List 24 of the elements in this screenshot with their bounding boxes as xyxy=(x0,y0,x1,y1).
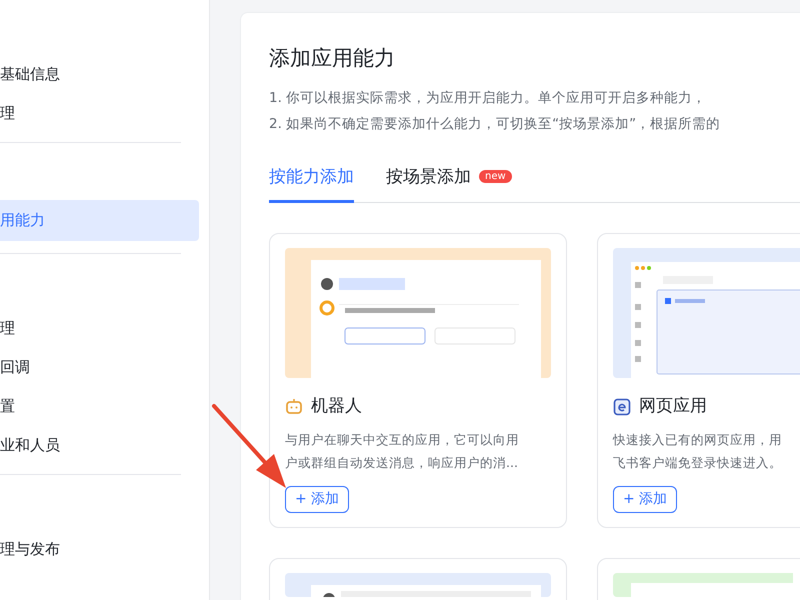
card-description: 与用户在聊天中交互的应用，它可以向用 xyxy=(285,430,520,448)
add-button[interactable]: + 添加 xyxy=(285,486,350,512)
new-badge: new xyxy=(479,170,512,182)
sidebar-item[interactable]: 理与发布 xyxy=(0,532,199,566)
card-description: 飞书客户端免登录快速进入。 xyxy=(613,454,783,472)
sidebar-item[interactable]: 用能力 xyxy=(0,200,199,241)
robot-icon xyxy=(285,398,303,416)
instruction-text: 2. 如果尚不确定需要添加什么能力，可切换至“按场景添加”，根据所需的 xyxy=(269,114,722,134)
card-description: 快速接入已有的网页应用，用 xyxy=(613,430,783,448)
card-title: 网页应用 xyxy=(639,395,707,418)
add-button[interactable]: + 添加 xyxy=(613,486,678,512)
sidebar-item[interactable]: 基础信息 xyxy=(0,57,199,91)
sidebar-item[interactable]: 回调 xyxy=(0,350,199,384)
sidebar-item[interactable]: 理 xyxy=(0,96,199,130)
sidebar-item[interactable]: 置 xyxy=(0,389,199,423)
web-app-icon xyxy=(613,398,631,416)
tab[interactable]: 按场景添加 $^{new}$ xyxy=(386,158,512,203)
panel-title: 添加应用能力 xyxy=(269,45,396,72)
tab[interactable]: 按能力添加 xyxy=(269,158,354,203)
instruction-text: 1. 你可以根据实际需求，为应用开启能力。单个应用可开启多种能力， xyxy=(269,88,708,108)
card-description: 户或群组自动发送消息，响应用户的消... xyxy=(285,454,519,472)
sidebar-item[interactable]: 业和人员 xyxy=(0,428,199,462)
sidebar-item[interactable]: 理 xyxy=(0,311,199,345)
card-title: 机器人 xyxy=(311,395,362,418)
